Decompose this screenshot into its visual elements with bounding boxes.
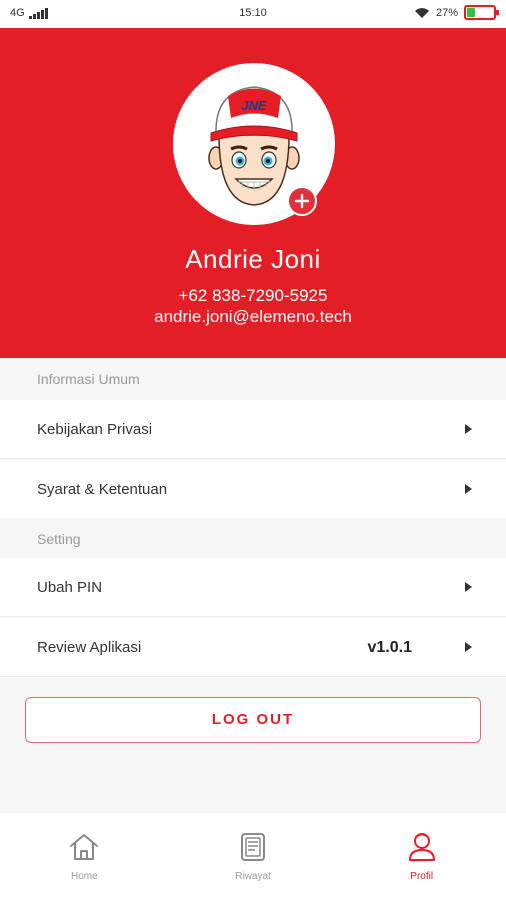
menu-item-label: Ubah PIN <box>37 579 103 596</box>
battery-icon <box>464 5 499 20</box>
home-icon <box>70 834 99 860</box>
nav-label: Profil <box>410 871 434 882</box>
menu-item-label: Review Aplikasi <box>37 639 142 656</box>
plus-icon <box>294 193 310 209</box>
logout-button[interactable]: LOG OUT <box>25 697 481 743</box>
chevron-right-icon <box>465 484 472 494</box>
cap-logo-text: JNE <box>241 98 267 113</box>
status-right: 27% <box>414 5 499 20</box>
bottom-nav: Home Riwayat Profil <box>0 812 506 900</box>
chevron-right-icon <box>465 582 472 592</box>
wifi-icon <box>414 7 429 18</box>
section-label-general: Informasi Umum <box>0 358 506 400</box>
status-bar: 4G 15:10 27% <box>0 0 506 28</box>
menu-item-label: Syarat & Ketentuan <box>37 481 168 498</box>
app-version: v1.0.1 <box>367 639 412 656</box>
profile-icon <box>408 833 435 861</box>
user-phone: +62 838-7290-5925 <box>178 286 328 305</box>
menu-item-privacy-policy[interactable]: Kebijakan Privasi <box>0 400 506 459</box>
menu-item-review-app[interactable]: Review Aplikasi v1.0.1 <box>0 618 506 677</box>
nav-item-history[interactable]: Riwayat <box>169 813 338 900</box>
user-name: Andrie Joni <box>185 244 321 274</box>
section-label-setting: Setting <box>0 518 506 560</box>
chevron-right-icon <box>465 424 472 434</box>
menu-item-change-pin[interactable]: Ubah PIN <box>0 558 506 617</box>
nav-label: Riwayat <box>235 871 271 882</box>
menu-item-label: Kebijakan Privasi <box>37 421 153 438</box>
nav-item-home[interactable]: Home <box>0 813 169 900</box>
menu-item-terms[interactable]: Syarat & Ketentuan <box>0 460 506 519</box>
user-email: andrie.joni@elemeno.tech <box>154 307 352 326</box>
chevron-right-icon <box>465 642 472 652</box>
battery-level-fill <box>467 8 475 17</box>
battery-percent: 27% <box>435 6 458 19</box>
nav-item-profile[interactable]: Profil <box>337 813 506 900</box>
add-photo-button[interactable] <box>287 186 317 216</box>
profile-header: JNE Andrie Joni +62 838-7290-5925 andrie… <box>0 28 506 358</box>
nav-label: Home <box>70 871 98 882</box>
history-icon <box>241 833 265 861</box>
